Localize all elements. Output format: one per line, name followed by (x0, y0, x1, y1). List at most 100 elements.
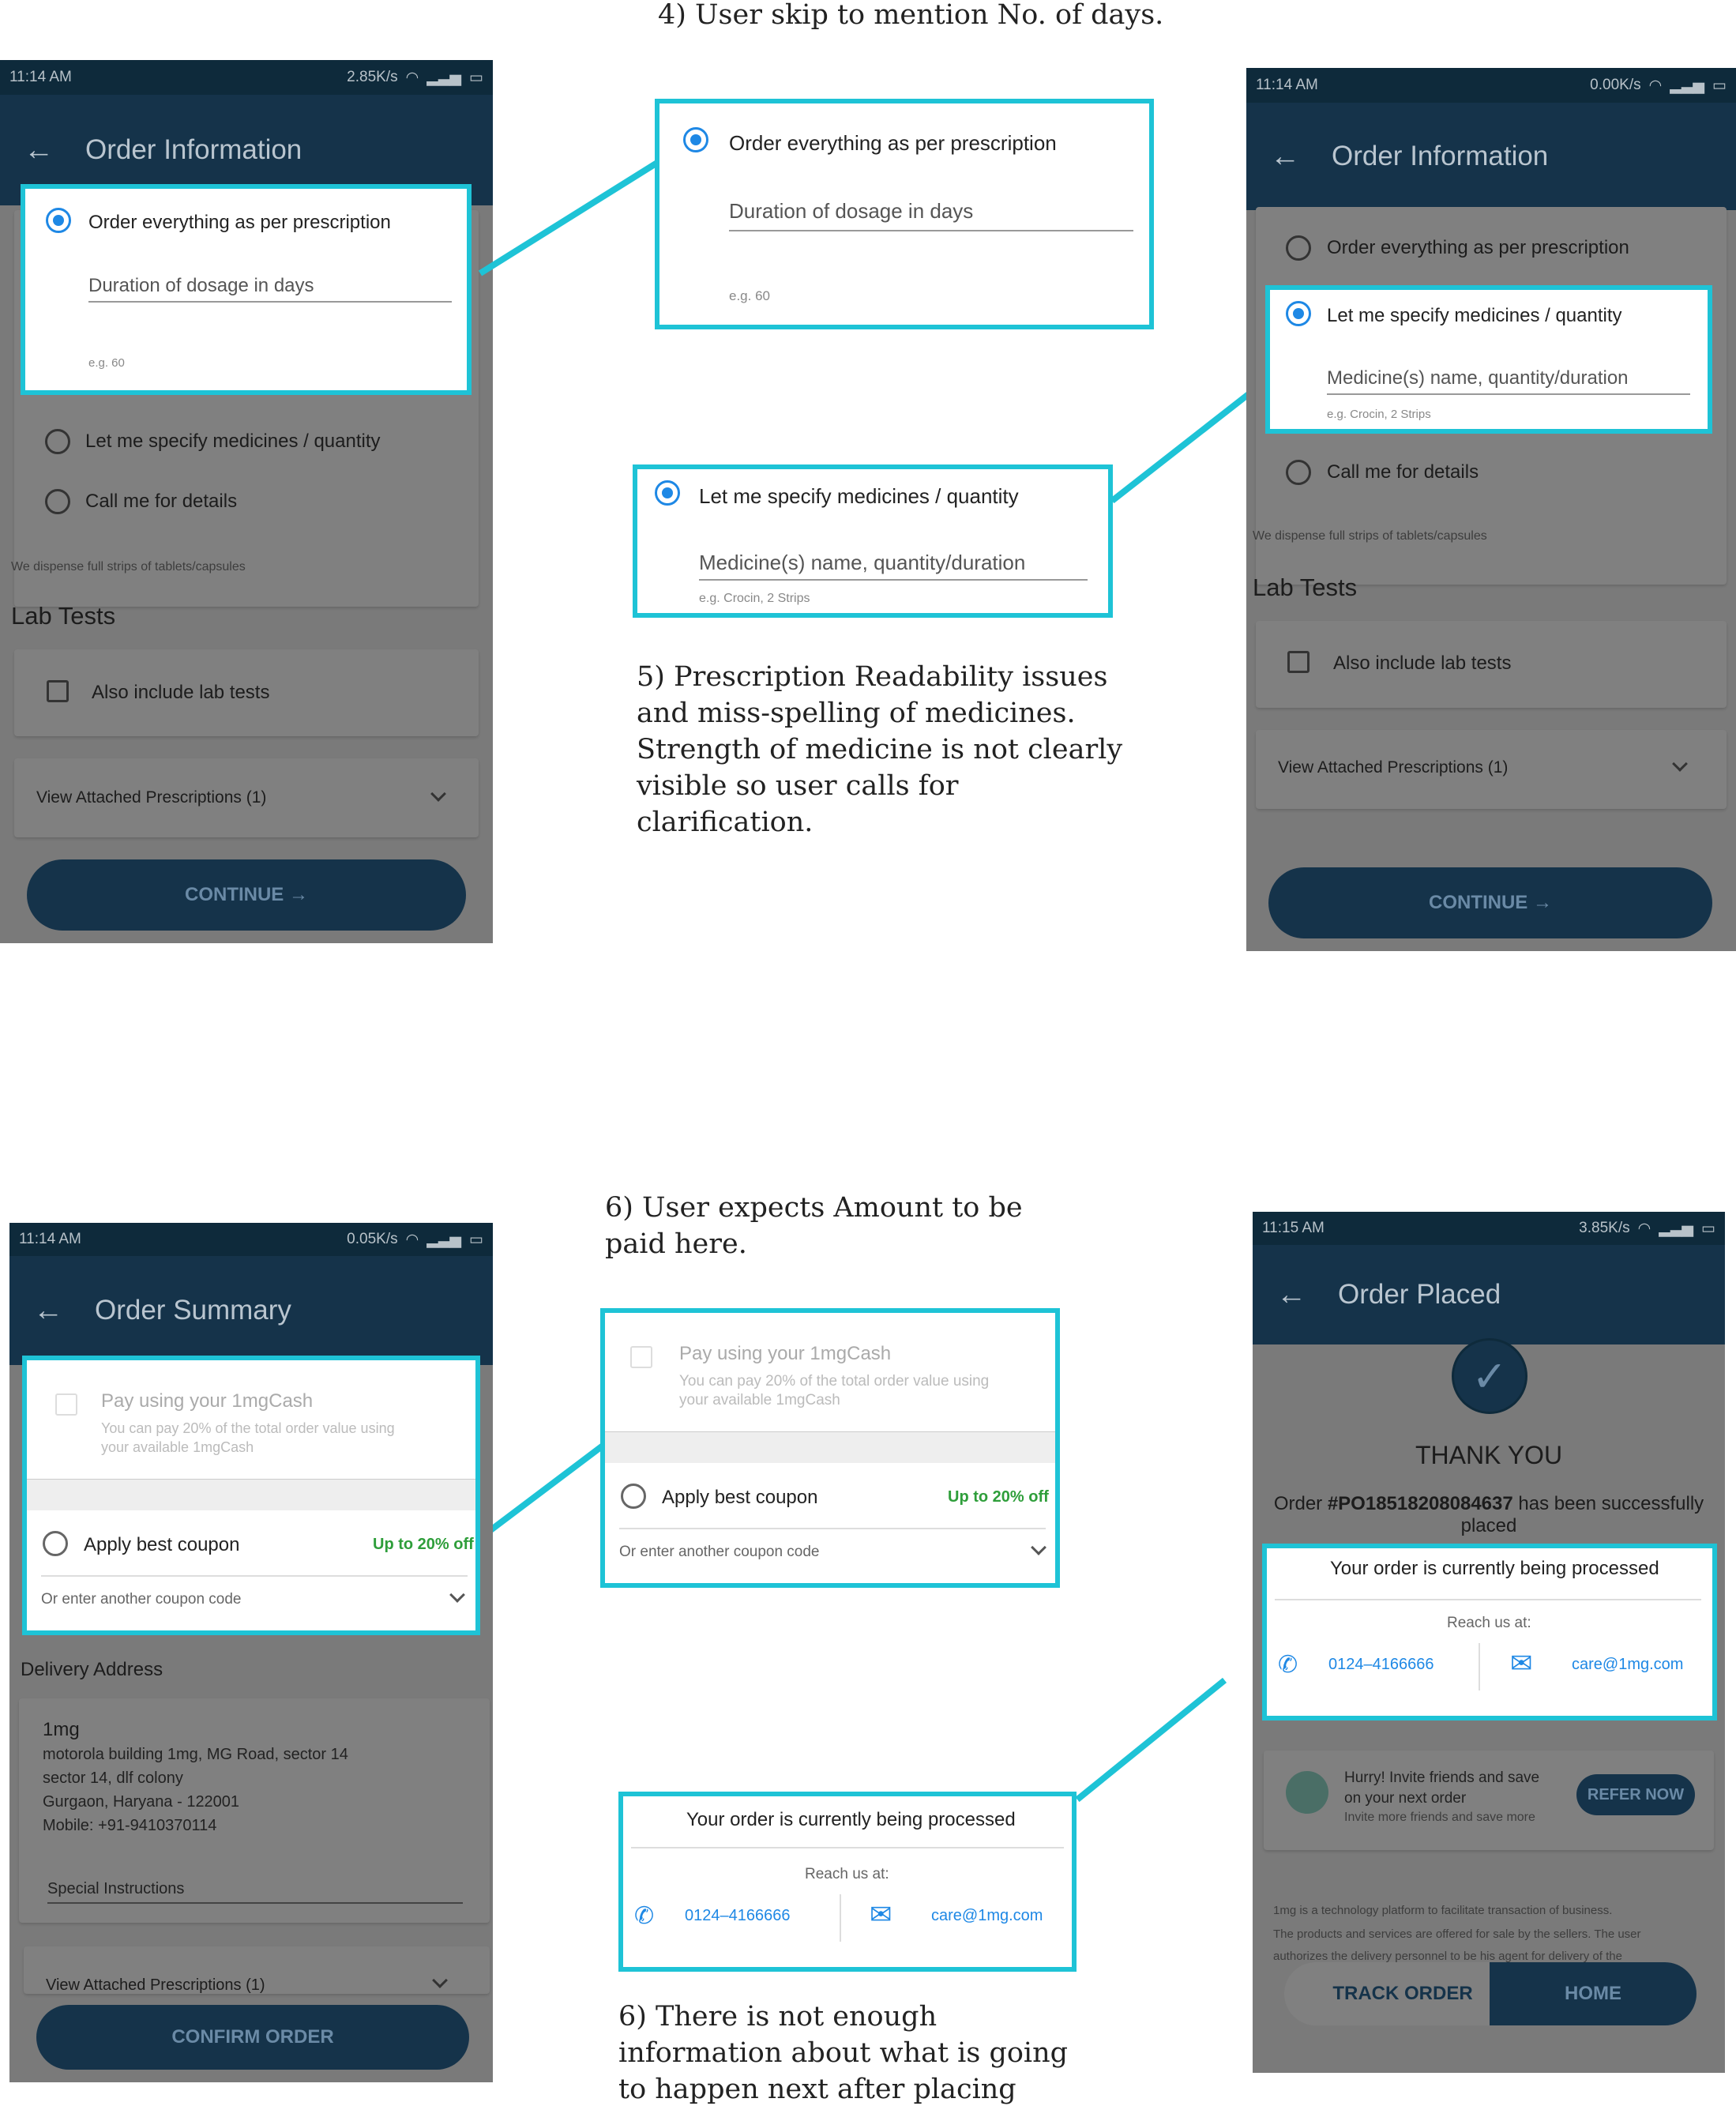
chevron-down-icon[interactable] (449, 1587, 465, 1603)
order-confirmation: Order #PO18518208084637 has been success… (1273, 1493, 1704, 1514)
wifi-icon: ◠ (405, 1231, 419, 1248)
home-button[interactable]: HOME (1490, 1962, 1697, 2025)
radio-order-everything[interactable] (683, 127, 708, 152)
phone-icon[interactable]: ✆ (634, 1902, 654, 1930)
option-specify-medicines[interactable]: Let me specify medicines / quantity (85, 431, 381, 453)
phone-link[interactable]: 0124–4166666 (1328, 1656, 1434, 1674)
connector-line (478, 157, 663, 276)
radio-call-me[interactable] (45, 489, 70, 514)
zoom-contact-section: Your order is currently being processed … (618, 1792, 1077, 1972)
wifi-icon: ◠ (1648, 77, 1663, 94)
continue-button[interactable]: CONTINUE → (27, 859, 466, 931)
screen-order-information-2: 11:14 AM 0.00K/s ◠ ▂▃▅ ▭ ← Order Informatio… (1246, 68, 1736, 951)
cash-checkbox[interactable] (55, 1393, 77, 1416)
network-speed: 0.00K/s (1590, 77, 1641, 93)
radio-apply-coupon[interactable] (621, 1484, 646, 1509)
radio-specify-medicines[interactable] (655, 480, 680, 506)
email-link[interactable]: care@1mg.com (931, 1907, 1043, 1925)
option-specify-medicines[interactable]: Let me specify medicines / quantity (1327, 305, 1622, 327)
chevron-down-icon[interactable] (1031, 1540, 1046, 1555)
option-specify-medicines[interactable]: Let me specify medicines / quantity (699, 484, 1019, 509)
track-order-button[interactable]: TRACK ORDER (1284, 1962, 1521, 2025)
address-name: 1mg (43, 1719, 80, 1740)
signal-icon: ▂▃▅ (426, 69, 462, 86)
cash-checkbox[interactable] (630, 1346, 652, 1368)
processing-status: Your order is currently being processed (686, 1809, 1016, 1830)
contact-divider (840, 1894, 841, 1942)
order-confirmation-line2: placed (1460, 1515, 1517, 1536)
duration-hint: e.g. 60 (88, 356, 125, 370)
option-call-me[interactable]: Call me for details (85, 491, 237, 513)
annotation-amount: 6) User expects Amount to be paid here. (605, 1192, 1023, 1260)
status-time: 11:14 AM (1256, 77, 1318, 93)
network-speed: 3.85K/s (1579, 1220, 1630, 1236)
signal-icon: ▂▃▅ (1670, 77, 1705, 94)
email-icon[interactable]: ✉ (870, 1899, 892, 1931)
status-time: 11:15 AM (1262, 1220, 1325, 1236)
continue-button[interactable]: CONTINUE → (1268, 867, 1712, 938)
apply-coupon-label[interactable]: Apply best coupon (84, 1534, 239, 1556)
back-arrow-icon[interactable]: ← (1270, 140, 1300, 174)
apply-coupon-label[interactable]: Apply best coupon (662, 1487, 817, 1509)
back-arrow-icon[interactable]: ← (1276, 1278, 1306, 1312)
address-line-3: Gurgaon, Haryana - 122001 (43, 1793, 240, 1811)
option-order-everything[interactable]: Order everything as per prescription (1327, 237, 1629, 259)
back-arrow-icon[interactable]: ← (24, 134, 54, 167)
connector-line (1075, 1677, 1227, 1803)
back-arrow-icon[interactable]: ← (33, 1294, 63, 1328)
highlight-contact-section: Your order is currently being processed … (1262, 1544, 1717, 1721)
cash-title: Pay using your 1mgCash (101, 1390, 314, 1412)
lab-tests-checkbox[interactable] (47, 680, 69, 702)
signal-icon: ▂▃▅ (426, 1231, 462, 1248)
dispense-note: We dispense full strips of tablets/capsu… (11, 560, 246, 574)
coupon-offer: Up to 20% off (373, 1536, 474, 1553)
radio-apply-coupon[interactable] (43, 1531, 68, 1556)
coupon-offer: Up to 20% off (948, 1488, 1049, 1506)
medicine-input[interactable]: Medicine(s) name, quantity/duration (699, 551, 1025, 575)
lab-tests-label: Also include lab tests (1333, 652, 1512, 674)
cash-title: Pay using your 1mgCash (679, 1343, 892, 1364)
option-order-everything[interactable]: Order everything as per prescription (729, 131, 1057, 156)
coupon-code-input[interactable]: Or enter another coupon code (41, 1591, 242, 1608)
duration-hint: e.g. 60 (729, 288, 770, 303)
connector-line (475, 1441, 608, 1544)
address-mobile: Mobile: +91-9410370114 (43, 1817, 217, 1834)
lab-tests-checkbox[interactable] (1287, 651, 1310, 673)
radio-specify-medicines[interactable] (45, 429, 70, 454)
refer-now-button[interactable]: REFER NOW (1576, 1774, 1695, 1815)
special-instructions-input[interactable]: Special Instructions (47, 1880, 184, 1898)
option-call-me[interactable]: Call me for details (1327, 461, 1479, 483)
email-link[interactable]: care@1mg.com (1572, 1656, 1683, 1674)
page-title: Order Information (85, 134, 302, 165)
attached-prescriptions-label: View Attached Prescriptions (1) (46, 1976, 265, 1994)
phone-link[interactable]: 0124–4166666 (685, 1907, 790, 1925)
highlight-duration-field: Order everything as per prescription Dur… (21, 184, 472, 395)
highlight-payment-section: Pay using your 1mgCash You can pay 20% o… (22, 1356, 480, 1635)
section-divider (27, 1479, 475, 1510)
medicine-input[interactable]: Medicine(s) name, quantity/duration (1327, 367, 1629, 389)
address-line-2: sector 14, dlf colony (43, 1769, 183, 1787)
zoom-payment-section: Pay using your 1mgCash You can pay 20% o… (600, 1308, 1060, 1588)
network-speed: 0.05K/s (347, 1231, 398, 1247)
radio-call-me[interactable] (1286, 460, 1311, 485)
medicine-hint: e.g. Crocin, 2 Strips (1327, 408, 1431, 421)
disclaimer-line-3: authorizes the delivery personnel to be … (1273, 1950, 1622, 1963)
duration-input[interactable]: Duration of dosage in days (729, 199, 973, 224)
contact-divider (1479, 1643, 1480, 1690)
radio-specify-medicines[interactable] (1286, 301, 1311, 326)
app-bar: ← Order Information (1246, 103, 1736, 210)
duration-input[interactable]: Duration of dosage in days (88, 275, 314, 297)
email-icon[interactable]: ✉ (1510, 1648, 1533, 1679)
duration-underline (729, 230, 1133, 231)
confirm-order-button[interactable]: CONFIRM ORDER (36, 2005, 469, 2070)
phone-icon[interactable]: ✆ (1278, 1651, 1298, 1679)
radio-order-everything[interactable] (46, 208, 71, 233)
status-time: 11:14 AM (19, 1231, 81, 1247)
radio-order-everything[interactable] (1286, 235, 1311, 261)
cash-description-2: your available 1mgCash (101, 1439, 254, 1455)
highlight-medicine-field: Let me specify medicines / quantity Medi… (1265, 285, 1712, 434)
page-title: Order Information (1332, 141, 1549, 171)
option-order-everything[interactable]: Order everything as per prescription (88, 212, 391, 234)
coupon-code-input[interactable]: Or enter another coupon code (619, 1544, 820, 1561)
duration-underline (88, 301, 452, 303)
